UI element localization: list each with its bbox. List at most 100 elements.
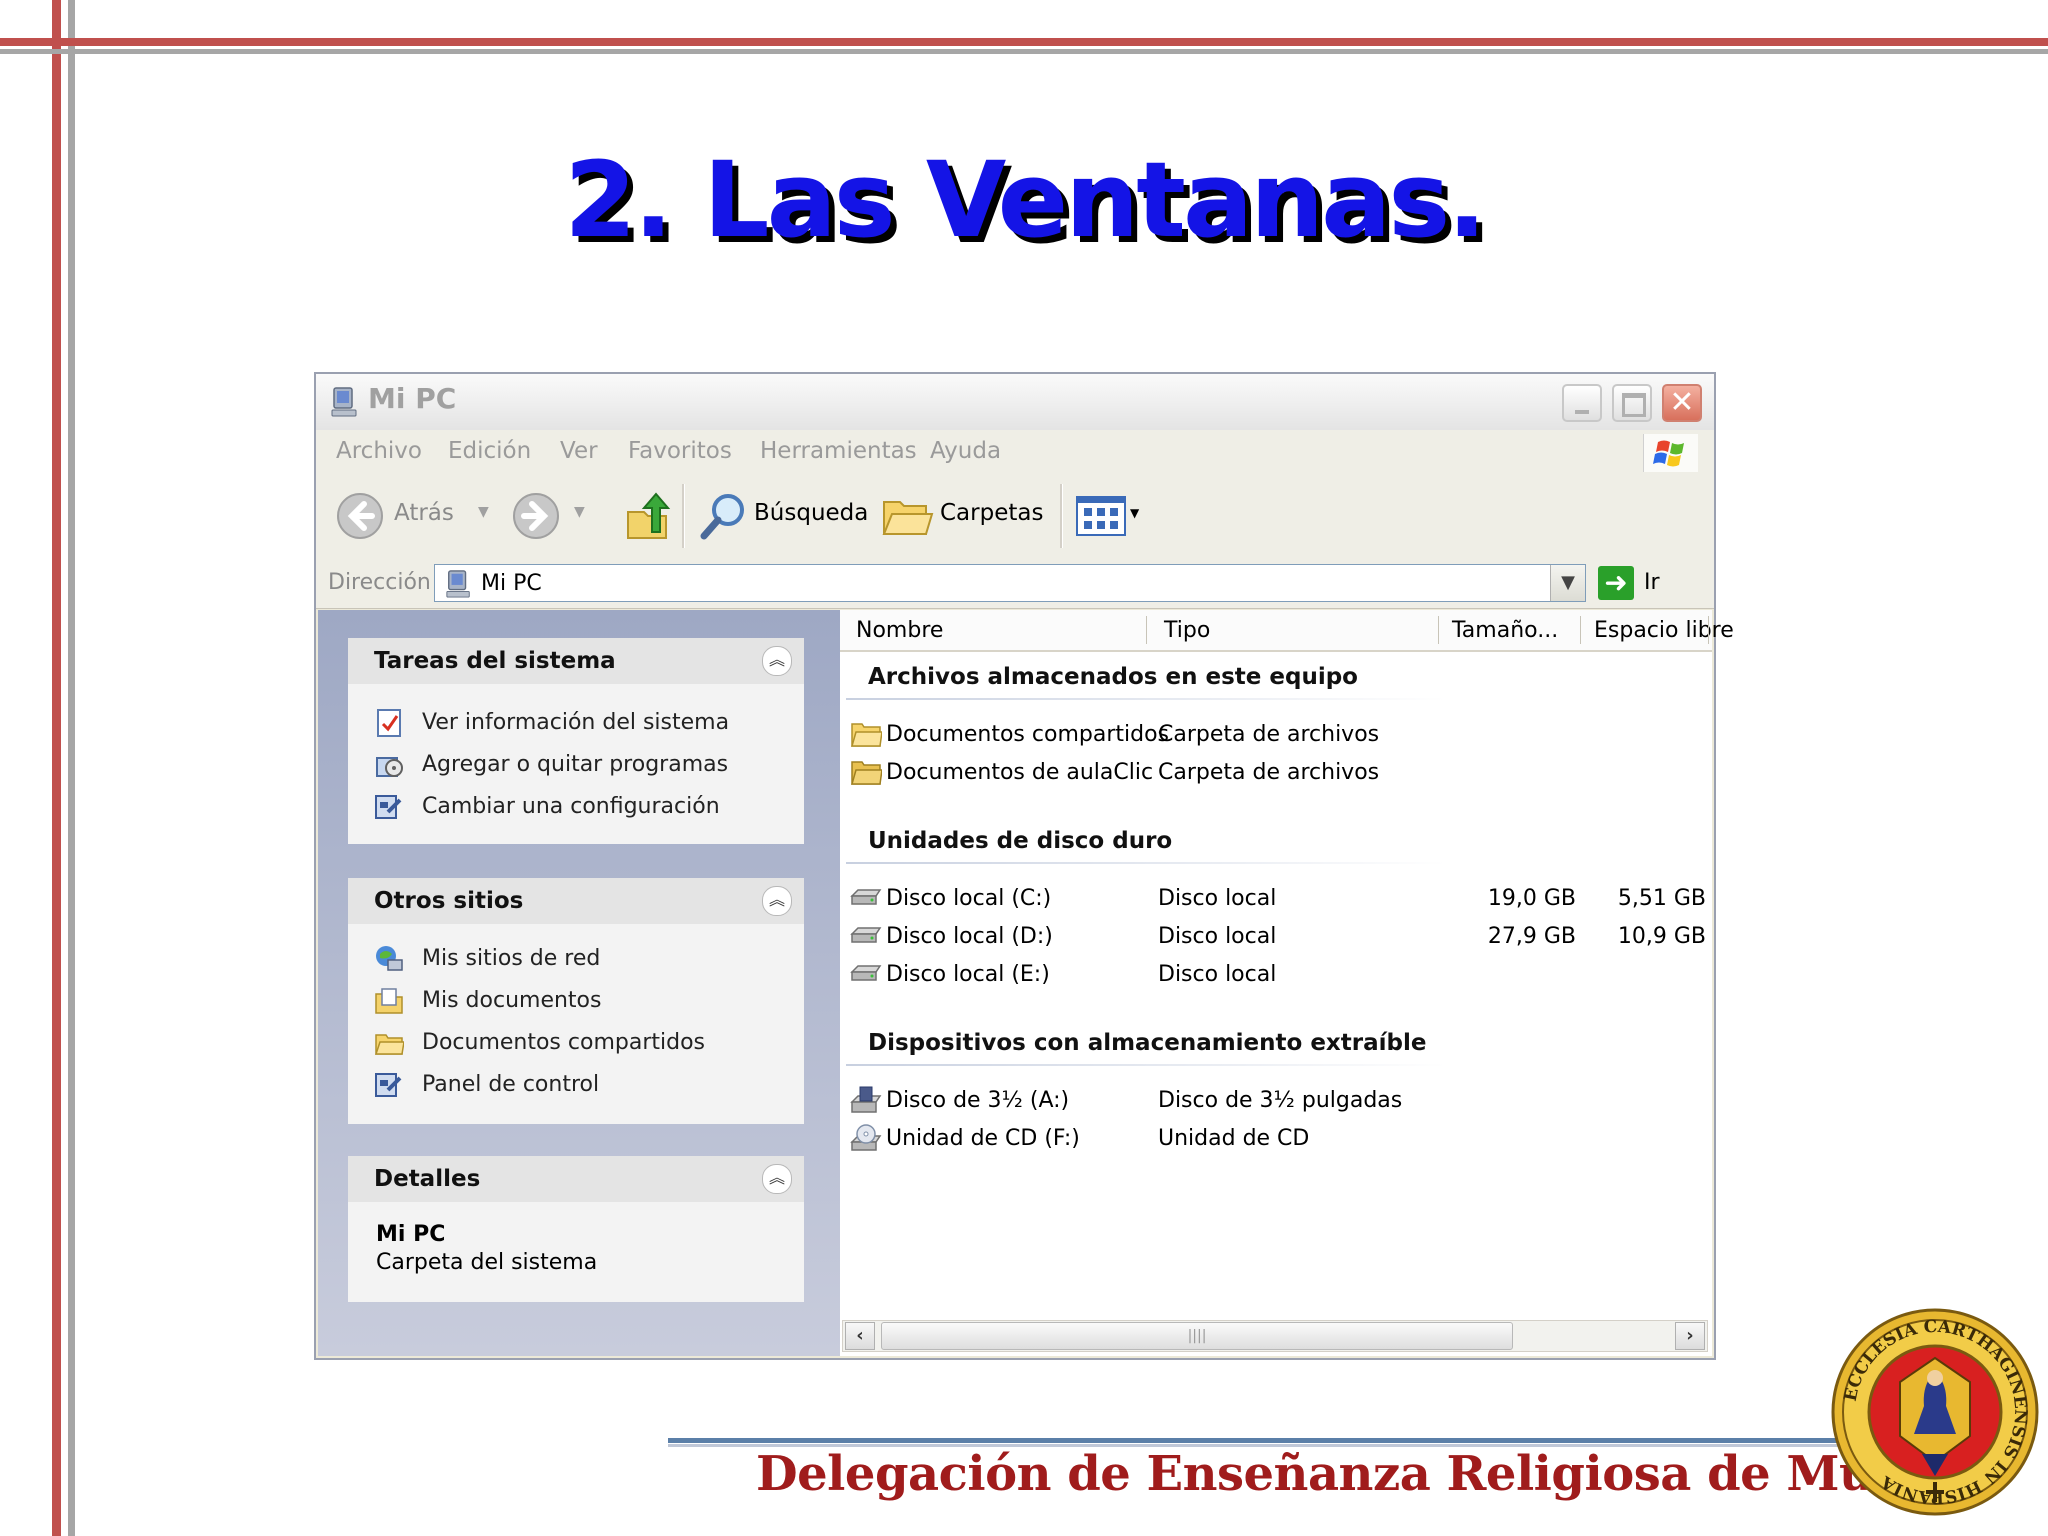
address-dropdown-button[interactable]: ▼ [1550,565,1585,601]
scroll-left-button[interactable]: ‹ [845,1322,875,1350]
my-computer-icon [446,570,470,598]
chevron-left-icon: ‹ [856,1325,864,1346]
item-type: Carpeta de archivos [1158,760,1380,785]
details-title: Detalles [374,1166,481,1192]
system-tasks-panel: Tareas del sistema ︽ Ver información del… [348,638,804,844]
item-name: Unidad de CD (F:) [886,1126,1080,1151]
forward-button[interactable]: ▼ [512,490,592,542]
item-type: Disco local [1158,924,1277,949]
toolbar-separator [682,484,685,548]
frame-horizontal-red-line [0,38,2048,46]
shared-folder-icon [851,723,882,747]
control-panel-icon [375,795,402,819]
explorer-window: Mi PC ✕ Archivo Edición Ver Favoritos He… [314,372,1734,1360]
group-title: Archivos almacenados en este equipo [868,664,1358,690]
item-free-space: 10,9 GB [1617,924,1706,949]
system-tasks-header[interactable]: Tareas del sistema ︽ [348,638,804,684]
folders-button[interactable]: Carpetas [880,488,1050,544]
menu-edicion[interactable]: Edición [448,438,531,464]
horizontal-scrollbar[interactable]: ‹ |||| › [842,1320,1708,1352]
details-header[interactable]: Detalles ︽ [348,1156,804,1202]
collapse-icon[interactable]: ︽ [762,886,792,916]
back-dropdown-icon: ▼ [478,504,489,520]
maximize-icon [1622,393,1646,417]
views-button[interactable]: ▼ [1072,492,1148,540]
hard-drive-icon [850,889,882,905]
my-computer-icon [331,387,357,417]
scroll-thumb[interactable]: |||| [881,1322,1513,1350]
search-label: Búsqueda [754,500,869,526]
maximize-button[interactable] [1612,384,1652,422]
views-dropdown-icon: ▼ [1130,506,1140,520]
column-type[interactable]: Tipo [1164,618,1210,643]
minimize-button[interactable] [1562,384,1602,422]
search-icon [700,494,744,540]
details-description: Carpeta del sistema [376,1250,598,1275]
group-divider [846,862,1446,864]
address-value: Mi PC [481,571,542,596]
back-arrow-icon [337,493,383,539]
collapse-icon[interactable]: ︽ [762,1164,792,1194]
group-divider [846,698,1446,700]
search-button[interactable]: Búsqueda [694,488,872,544]
details-name: Mi PC [376,1222,446,1247]
menu-ver[interactable]: Ver [560,438,598,464]
title-bar[interactable]: Mi PC ✕ [316,374,1714,431]
diocese-seal-icon: ECCLESIA CARTHAGINENSIS IN HISPANIA [1831,1308,2039,1516]
place-label: Mis sitios de red [422,946,601,971]
other-places-header[interactable]: Otros sitios ︽ [348,878,804,924]
details-panel: Detalles ︽ Mi PC Carpeta del sistema [348,1156,804,1302]
my-documents-icon [375,988,403,1014]
footer-rule [668,1438,1868,1443]
item-name: Disco de 3½ (A:) [886,1088,1070,1113]
menu-herramientas[interactable]: Herramientas [760,438,917,464]
shared-folder-icon [374,1034,404,1055]
window-title: Mi PC [368,382,457,415]
up-folder-icon[interactable] [624,490,672,542]
back-label: Atrás [394,500,454,526]
task-label: Ver información del sistema [422,710,730,735]
item-type: Unidad de CD [1158,1126,1310,1151]
column-header: Nombre Tipo Tamaño... Espacio libre [840,610,1734,652]
close-button[interactable]: ✕ [1662,384,1702,422]
toolbar: Atrás ▼ ▼ Búsqueda Carpetas ▼ [316,474,1714,559]
column-divider[interactable] [1708,616,1709,644]
other-places-panel: Otros sitios ︽ Mis sitios de red Mis doc… [348,878,804,1124]
item-name: Documentos compartidos [886,722,1169,747]
footer-text: Delegación de Enseñanza Religiosa de Mur… [756,1446,1976,1502]
go-arrow-icon: ➜ [1604,566,1628,599]
menu-favoritos[interactable]: Favoritos [628,438,732,464]
go-label[interactable]: Ir [1644,570,1660,595]
item-name: Disco local (D:) [886,924,1053,949]
minimize-icon [1575,410,1589,414]
floppy-drive-icon [850,1086,882,1113]
system-info-icon [377,709,401,737]
place-label: Panel de control [422,1072,600,1097]
menu-archivo[interactable]: Archivo [336,438,422,464]
column-divider[interactable] [1580,616,1581,644]
item-name: Disco local (E:) [886,962,1050,987]
column-divider[interactable] [1146,616,1147,644]
go-button[interactable]: ➜ [1598,566,1634,600]
column-divider[interactable] [1438,616,1439,644]
address-input[interactable]: Mi PC ▼ [434,564,1586,602]
item-name: Documentos de aulaClic [886,760,1154,785]
close-icon: ✕ [1669,385,1695,420]
menu-bar: Archivo Edición Ver Favoritos Herramient… [316,430,1714,475]
column-free-space[interactable]: Espacio libre [1594,618,1734,643]
file-list: Nombre Tipo Tamaño... Espacio libre Arch… [840,610,1734,1356]
scroll-right-button[interactable]: › [1675,1322,1705,1350]
add-remove-programs-icon [376,757,403,777]
grip-icon: |||| [1187,1328,1207,1344]
item-free-space: 5,51 GB [1617,886,1706,911]
slide-title: 2. Las Ventanas. [564,139,1487,261]
collapse-icon[interactable]: ︽ [762,646,792,676]
column-name[interactable]: Nombre [856,618,943,643]
item-type: Disco local [1158,886,1277,911]
column-size[interactable]: Tamaño... [1452,618,1558,643]
back-button[interactable]: Atrás ▼ [334,490,489,542]
cd-drive-icon [850,1124,882,1151]
menu-ayuda[interactable]: Ayuda [930,438,1001,464]
item-type: Disco de 3½ pulgadas [1158,1088,1403,1113]
other-places-title: Otros sitios [374,888,524,914]
